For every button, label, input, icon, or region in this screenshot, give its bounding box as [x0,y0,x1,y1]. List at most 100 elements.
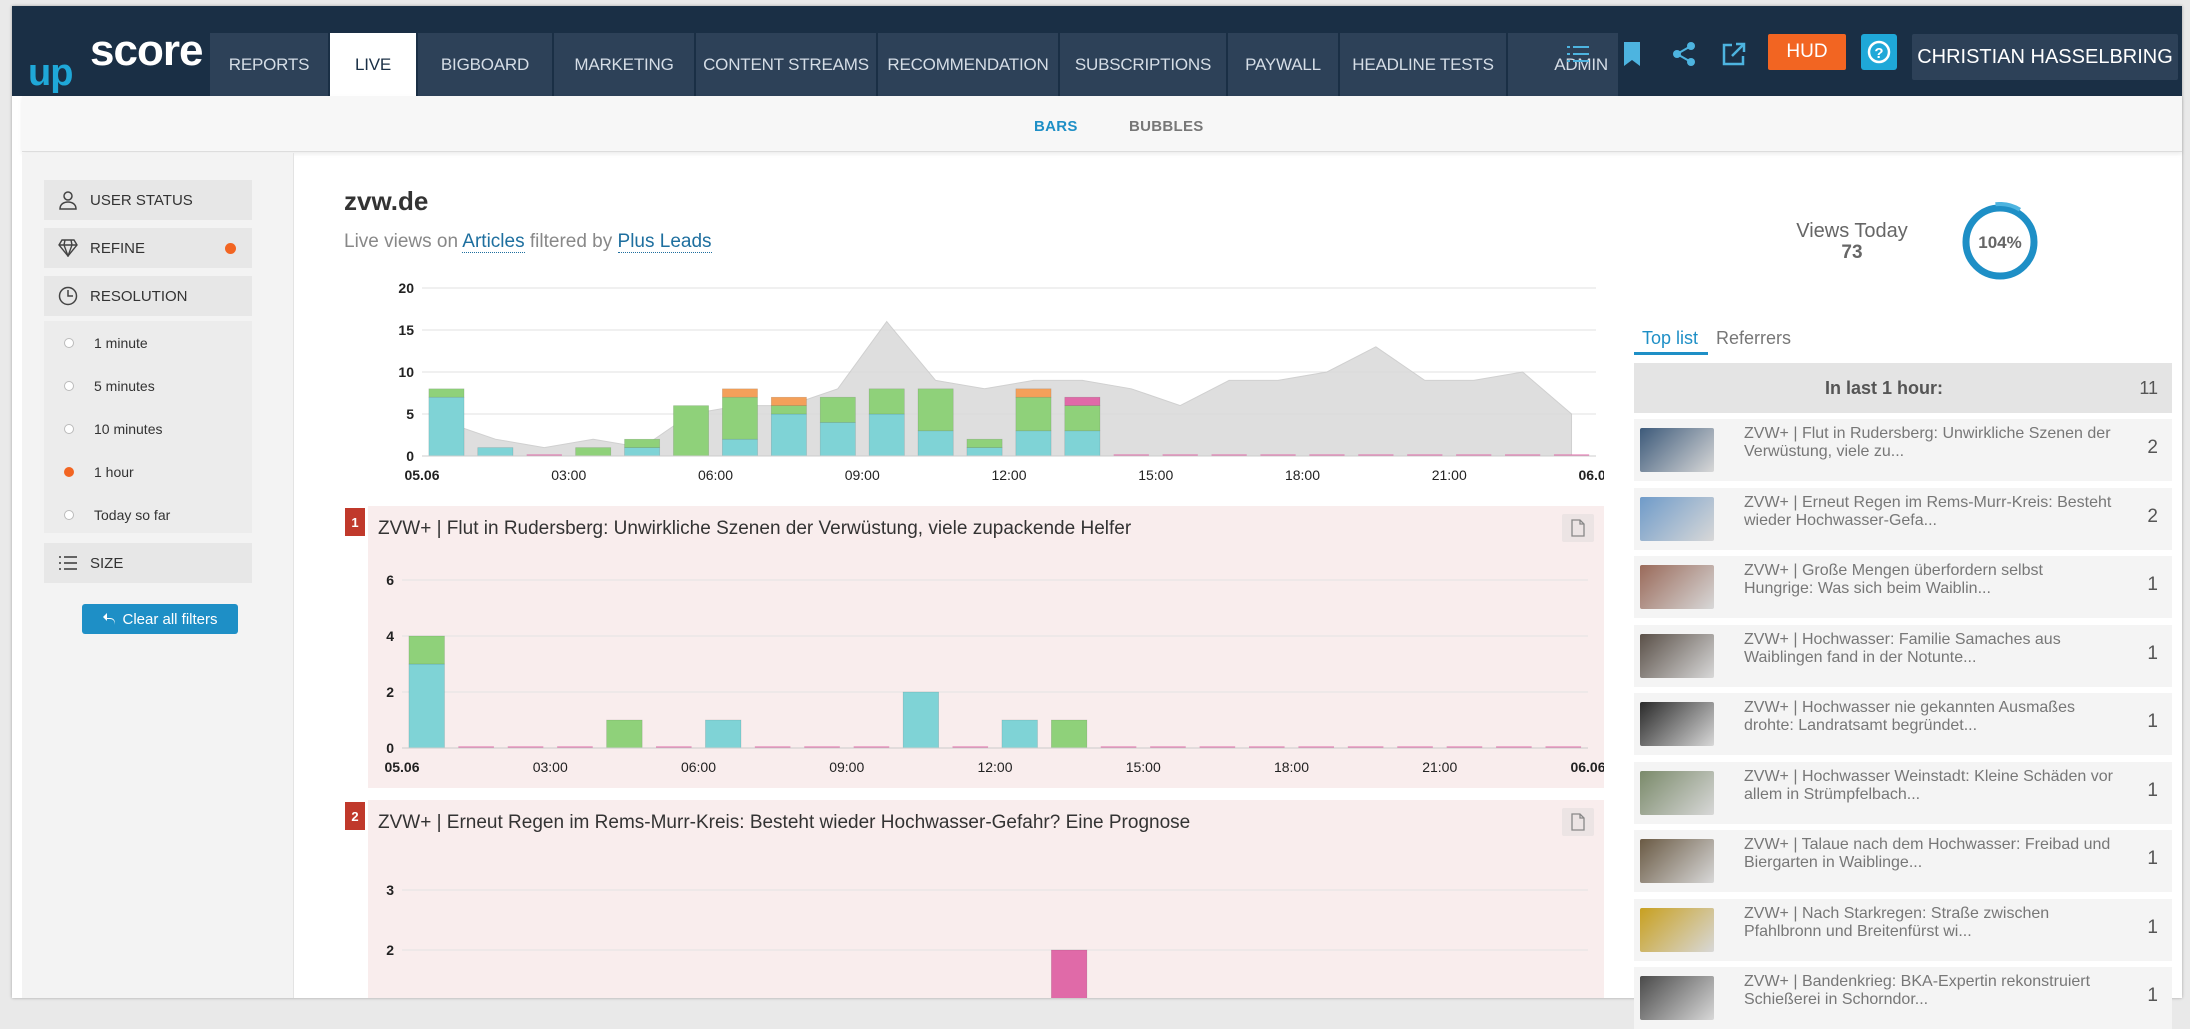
toplist-item[interactable]: ZVW+ | Talaue nach dem Hochwasser: Freib… [1634,830,2172,892]
bookmark-icon[interactable] [1614,36,1650,72]
bar-segment-cyan[interactable] [624,447,661,457]
article-thumbnail[interactable] [1640,839,1714,883]
bar-segment-cyan[interactable] [1001,719,1038,749]
tab-recommendation[interactable]: RECOMMENDATION [878,33,1058,96]
subtab-bars[interactable]: BARS [1034,118,1078,135]
tab-top-list[interactable]: Top list [1642,328,1698,349]
article-thumbnail[interactable] [1640,633,1714,678]
bar-segment-green[interactable] [966,438,1003,448]
bar-segment-green[interactable] [624,438,661,448]
help-icon[interactable]: ? [1861,34,1897,70]
article-thumbnail[interactable] [1640,428,1714,472]
share-icon[interactable] [1666,36,1702,72]
bar-segment-orange[interactable] [1015,388,1052,398]
toplist-item-title[interactable]: ZVW+ | Talaue nach dem Hochwasser: Freib… [1744,836,2114,872]
bar-segment-green[interactable] [575,447,612,457]
radio-5-minutes[interactable]: 5 minutes [44,366,252,406]
bar-segment-cyan[interactable] [1064,430,1101,457]
articles-link[interactable]: Articles [462,231,525,253]
bar-segment-green[interactable] [1051,719,1088,749]
toplist-item-title[interactable]: ZVW+ | Flut in Rudersberg: Unwirkliche S… [1744,425,2114,461]
bar-segment-cyan[interactable] [868,413,905,457]
toplist-item[interactable]: ZVW+ | Hochwasser Weinstadt: Kleine Schä… [1634,761,2172,824]
document-icon[interactable] [1562,808,1594,836]
clear-all-filters-button[interactable]: Clear all filters [82,604,238,634]
tab-live[interactable]: LIVE [330,33,416,96]
bar-segment-cyan[interactable] [1015,430,1052,457]
hud-button[interactable]: HUD [1768,34,1846,70]
bar-segment-orange[interactable] [770,396,807,406]
radio-button[interactable] [64,510,74,520]
toplist-item-title[interactable]: ZVW+ | Hochwasser nie gekannten Ausmaßes… [1744,699,2114,735]
bar-segment-cyan[interactable] [408,663,445,749]
bar-segment-cyan[interactable] [477,447,514,457]
bar-segment-green[interactable] [408,635,445,665]
radio-1-hour[interactable]: 1 hour [44,452,252,492]
external-link-icon[interactable] [1716,36,1752,72]
article-thumbnail[interactable] [1640,496,1714,541]
tab-headline-tests[interactable]: HEADLINE TESTS [1340,33,1506,96]
toplist-item-title[interactable]: ZVW+ | Große Mengen überfordern selbst H… [1744,562,2114,598]
bar-segment-green[interactable] [1015,396,1052,432]
bar-segment-cyan[interactable] [917,430,954,457]
toplist-item[interactable]: ZVW+ | Große Mengen überfordern selbst H… [1634,556,2172,618]
toplist-item[interactable]: ZVW+ | Nach Starkregen: Straße zwischen … [1634,898,2172,961]
tab-referrers[interactable]: Referrers [1716,328,1791,349]
bar-segment-green[interactable] [606,719,643,749]
article-thumbnail[interactable] [1640,770,1714,815]
article-thumbnail[interactable] [1640,565,1714,609]
bar-segment-cyan[interactable] [722,438,758,457]
sidebar-size[interactable]: SIZE [44,543,252,583]
toplist-item-title[interactable]: ZVW+ | Hochwasser: Familie Samaches aus … [1744,631,2114,667]
tab-marketing[interactable]: MARKETING [554,33,694,96]
article-title[interactable]: ZVW+ | Erneut Regen im Rems-Murr-Kreis: … [378,812,1190,834]
bar-segment-green[interactable] [770,405,807,415]
bar-segment-green[interactable] [819,396,856,423]
bar-segment-cyan[interactable] [770,413,807,457]
article-title[interactable]: ZVW+ | Flut in Rudersberg: Unwirkliche S… [378,518,1131,540]
radio-button[interactable] [64,424,74,434]
bar-segment-green[interactable] [673,405,709,457]
tab-subscriptions[interactable]: SUBSCRIPTIONS [1060,33,1226,96]
article-thumbnail[interactable] [1640,907,1714,952]
toplist-item-title[interactable]: ZVW+ | Nach Starkregen: Straße zwischen … [1744,905,2114,941]
radio-1-minute[interactable]: 1 minute [44,323,252,363]
sidebar-resolution[interactable]: RESOLUTION [44,276,252,316]
radio-10-minutes[interactable]: 10 minutes [44,409,252,449]
bar-segment-green[interactable] [428,388,465,398]
toplist-item[interactable]: ZVW+ | Hochwasser nie gekannten Ausmaßes… [1634,693,2172,755]
toplist-item-title[interactable]: ZVW+ | Hochwasser Weinstadt: Kleine Schä… [1744,768,2114,804]
list-icon[interactable] [1560,36,1596,72]
toplist-item-title[interactable]: ZVW+ | Bandenkrieg: BKA-Expertin rekonst… [1744,973,2114,1009]
article-thumbnail[interactable] [1640,702,1714,746]
bar-segment-orange[interactable] [722,388,758,398]
radio-button-selected[interactable] [64,467,74,477]
document-icon[interactable] [1562,514,1594,542]
tab-reports[interactable]: REPORTS [210,33,328,96]
radio-today-so-far[interactable]: Today so far [44,495,252,535]
radio-button[interactable] [64,381,74,391]
bar-segment-cyan[interactable] [902,691,939,749]
bar-segment-green[interactable] [722,396,758,440]
article-thumbnail[interactable] [1640,976,1714,1020]
upscore-logo[interactable]: up score [28,26,208,96]
radio-button[interactable] [64,338,74,348]
bar-segment-pink[interactable] [1064,396,1101,406]
article-panel-1[interactable]: ZVW+ | Flut in Rudersberg: Unwirkliche S… [368,506,1604,788]
bar-segment-pink[interactable] [1051,949,1088,998]
toplist-item[interactable]: ZVW+ | Hochwasser: Familie Samaches aus … [1634,624,2172,687]
sidebar-refine[interactable]: REFINE [44,228,252,268]
user-menu-button[interactable]: CHRISTIAN HASSELBRING [1912,34,2178,80]
bar-segment-cyan[interactable] [819,422,856,457]
bar-segment-green[interactable] [868,388,905,415]
toplist-item[interactable]: ZVW+ | Bandenkrieg: BKA-Expertin rekonst… [1634,967,2172,1029]
subtab-bubbles[interactable]: BUBBLES [1129,118,1204,135]
sidebar-user-status[interactable]: USER STATUS [44,180,252,220]
article-panel-2[interactable]: ZVW+ | Erneut Regen im Rems-Murr-Kreis: … [368,800,1604,998]
tab-content-streams[interactable]: CONTENT STREAMS [696,33,876,96]
tab-paywall[interactable]: PAYWALL [1228,33,1338,96]
bar-segment-cyan[interactable] [966,447,1003,457]
plus-leads-link[interactable]: Plus Leads [617,231,712,253]
toplist-item[interactable]: ZVW+ | Flut in Rudersberg: Unwirkliche S… [1634,419,2172,481]
toplist-item[interactable]: ZVW+ | Erneut Regen im Rems-Murr-Kreis: … [1634,487,2172,550]
